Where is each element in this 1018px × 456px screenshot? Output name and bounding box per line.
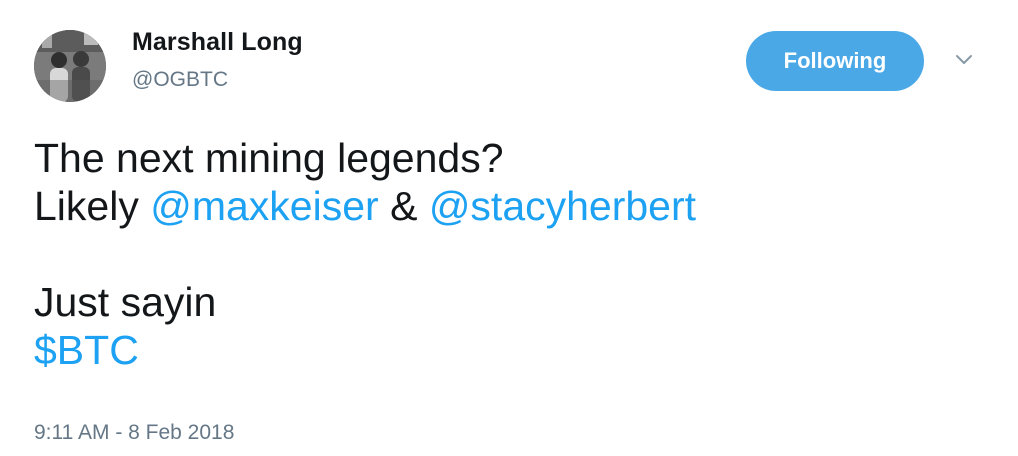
tweet-line-2: Likely @maxkeiser & @stacyherbert	[34, 182, 696, 230]
tweet-line-3: Just sayin	[34, 279, 217, 325]
cashtag-btc-link[interactable]: $BTC	[34, 326, 696, 374]
author-handle[interactable]: @OGBTC	[132, 68, 228, 92]
following-button[interactable]: Following	[746, 31, 924, 91]
tweet-line-2-middle: &	[378, 183, 429, 229]
author-avatar[interactable]	[34, 30, 106, 102]
tweet-text: The next mining legends? Likely @maxkeis…	[34, 134, 696, 374]
mention-maxkeiser-link[interactable]: @maxkeiser	[150, 183, 378, 229]
avatar-photo-icon	[34, 30, 106, 102]
tweet-line-2-prefix: Likely	[34, 183, 151, 229]
tweet-card: Marshall Long @OGBTC Following The next …	[0, 0, 1018, 456]
tweet-timestamp[interactable]: 9:11 AM - 8 Feb 2018	[34, 421, 234, 445]
mention-stacyherbert-link[interactable]: @stacyherbert	[429, 183, 696, 229]
author-name[interactable]: Marshall Long	[132, 28, 303, 57]
tweet-line-1: The next mining legends?	[34, 135, 504, 181]
chevron-down-icon[interactable]	[952, 48, 976, 72]
